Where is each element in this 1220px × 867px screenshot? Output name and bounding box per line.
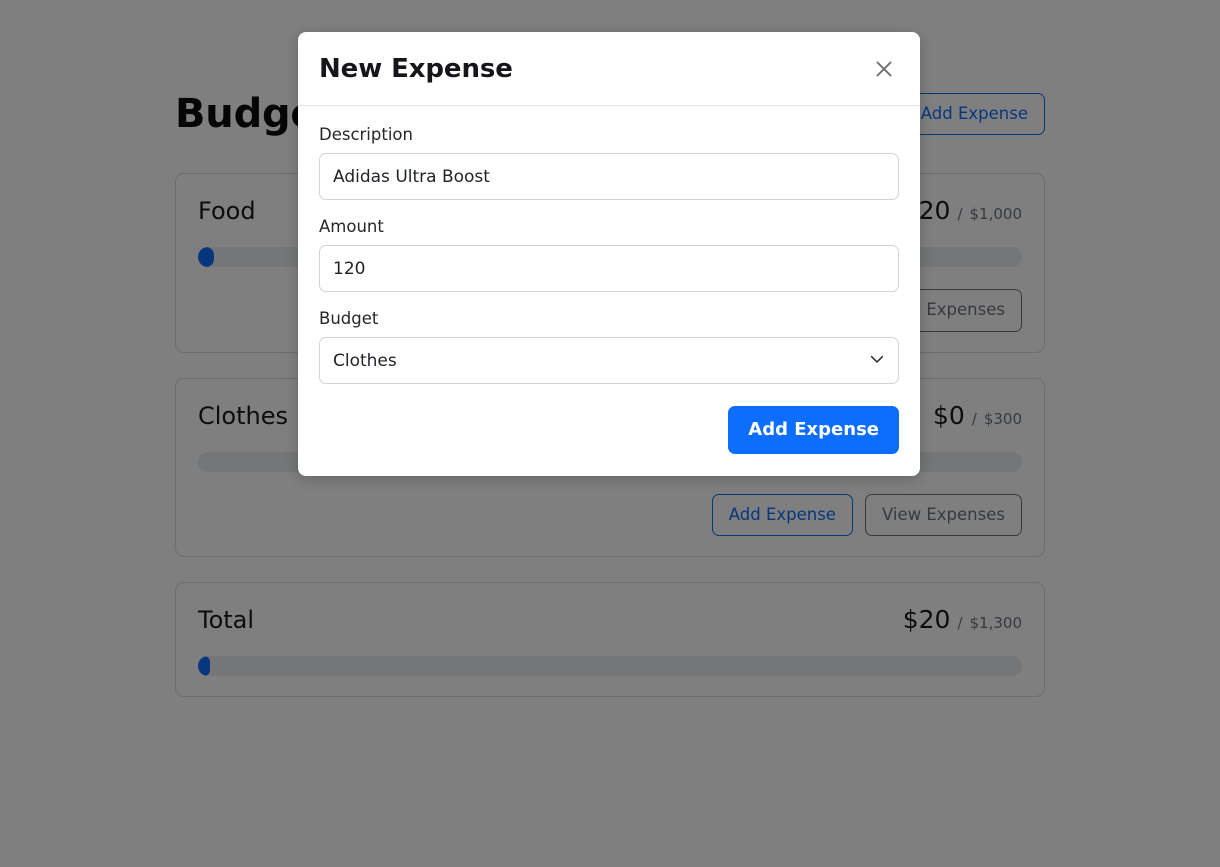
description-input[interactable] — [319, 153, 899, 200]
amount-field-group: Amount — [319, 217, 899, 292]
submit-add-expense-button[interactable]: Add Expense — [728, 406, 899, 454]
modal-body: Description Amount Budget FoodClothesUnc… — [298, 106, 920, 476]
amount-label: Amount — [319, 217, 384, 236]
new-expense-modal: New Expense Description Amount Budget Fo… — [298, 32, 920, 476]
budget-select[interactable]: FoodClothesUncategorized — [319, 337, 899, 384]
description-label: Description — [319, 125, 413, 144]
budget-field-group: Budget FoodClothesUncategorized — [319, 309, 899, 384]
modal-footer: Add Expense — [319, 406, 899, 454]
amount-input[interactable] — [319, 245, 899, 292]
close-icon[interactable] — [869, 54, 899, 84]
modal-header: New Expense — [298, 32, 920, 106]
budget-select-wrapper: FoodClothesUncategorized — [319, 337, 899, 384]
budget-label: Budget — [319, 309, 379, 328]
modal-title: New Expense — [319, 54, 513, 84]
description-field-group: Description — [319, 125, 899, 200]
